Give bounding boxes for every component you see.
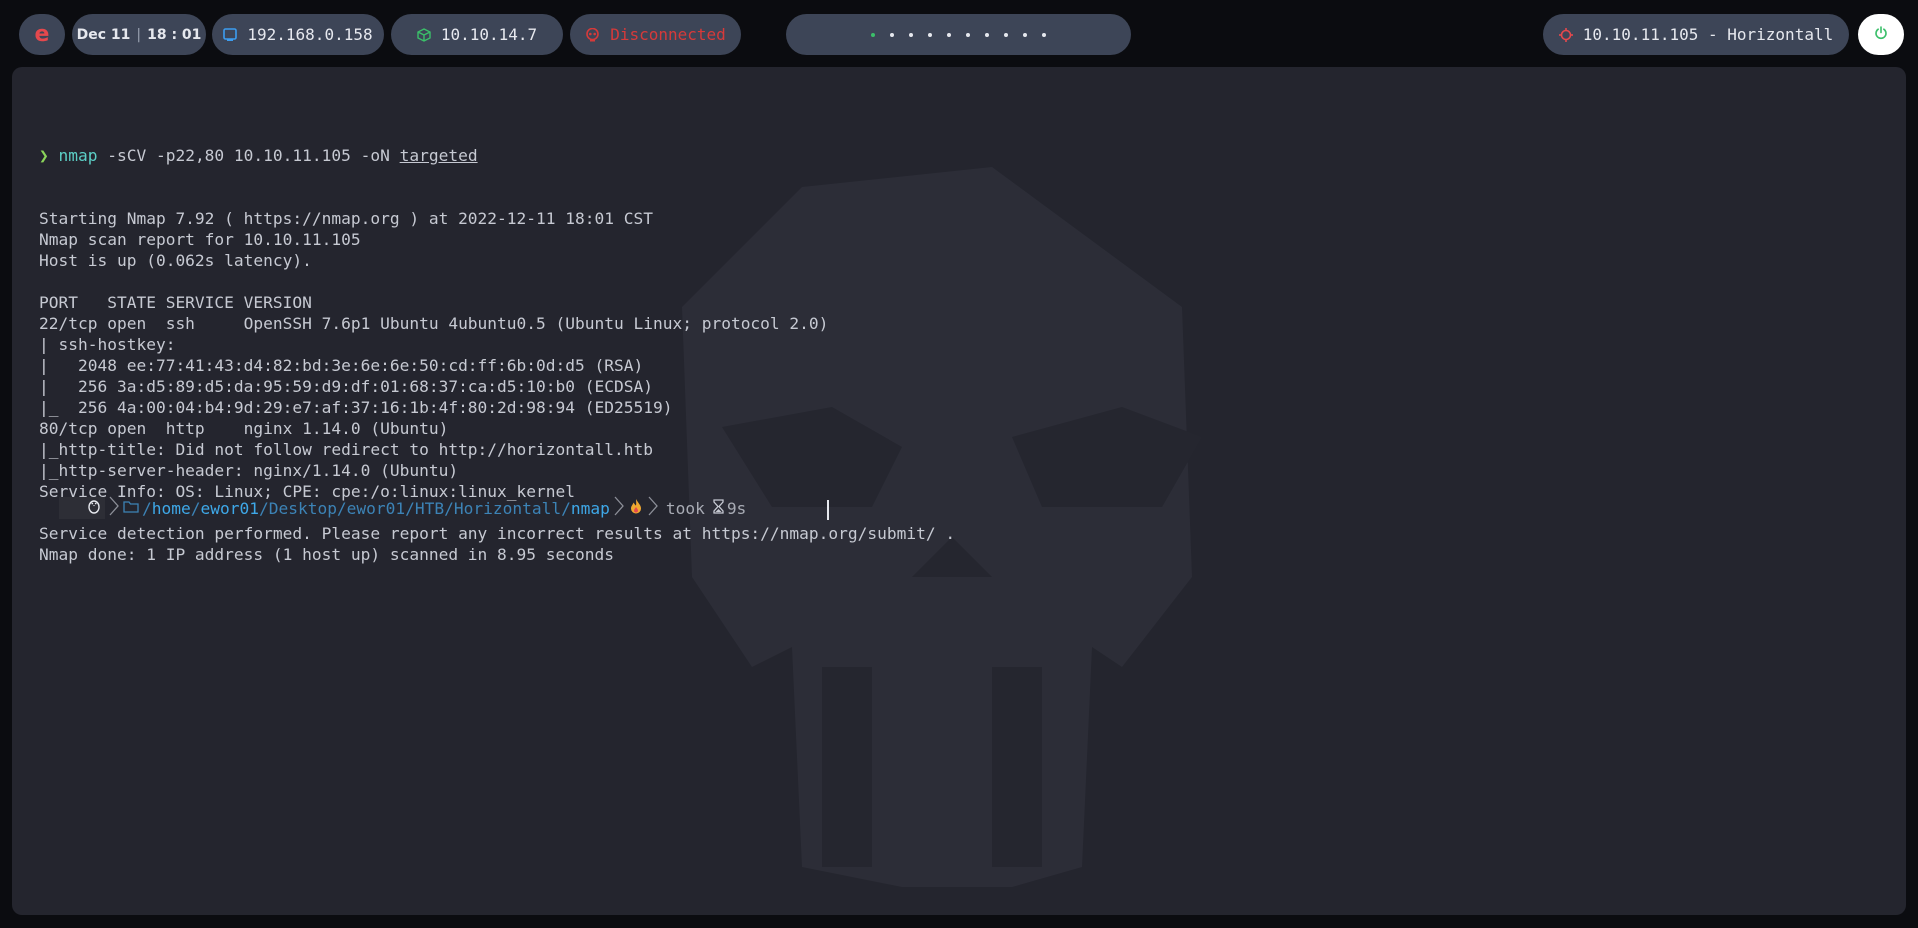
command-binary: nmap xyxy=(58,146,98,165)
prompt-os-segment xyxy=(59,497,105,519)
terminal-output: ❯ nmap -sCV -p22,80 10.10.11.105 -oN tar… xyxy=(39,103,1886,607)
workspace-dot[interactable] xyxy=(966,32,970,37)
workspace-dot[interactable] xyxy=(1004,32,1008,37)
clock-widget[interactable]: Dec 11 | 18 : 01 xyxy=(72,14,206,55)
output-line: |_http-title: Did not follow redirect to… xyxy=(39,440,653,459)
prompt-separator-icon xyxy=(648,496,658,520)
vpn-ip-widget[interactable]: 10.10.14.7 xyxy=(391,14,563,55)
terminal-window[interactable]: ❯ nmap -sCV -p22,80 10.10.11.105 -oN tar… xyxy=(12,67,1906,915)
target-widget[interactable]: 10.10.11.105 - Horizontall xyxy=(1543,14,1849,55)
path-part: ewor01 xyxy=(200,498,259,518)
workspace-dot[interactable] xyxy=(909,32,913,37)
path-part: / xyxy=(142,498,152,518)
output-line: 22/tcp open ssh OpenSSH 7.6p1 Ubuntu 4ub… xyxy=(39,314,829,333)
text-cursor xyxy=(827,500,829,520)
top-bar: e Dec 11 | 18 : 01 192.168.0.158 10.10.1… xyxy=(0,14,1918,55)
power-icon xyxy=(1874,25,1888,44)
command-line: ❯ nmap -sCV -p22,80 10.10.11.105 -oN tar… xyxy=(39,145,1886,166)
output-line: 80/tcp open http nginx 1.14.0 (Ubuntu) xyxy=(39,419,449,438)
output-line: |_ 256 4a:00:04:b4:9d:29:e7:af:37:16:1b:… xyxy=(39,398,673,417)
flame-icon xyxy=(630,498,642,518)
workspace-dot[interactable] xyxy=(890,32,894,37)
output-line: |_http-server-header: nginx/1.14.0 (Ubun… xyxy=(39,461,459,480)
prompt-path: /home/ewor01/Desktop/ewor01/HTB/Horizont… xyxy=(123,497,610,519)
took-label: took xyxy=(665,498,705,518)
connection-status-label: Disconnected xyxy=(610,25,726,44)
workspace-dot[interactable] xyxy=(985,32,989,37)
path-part: home xyxy=(151,498,191,518)
path-part: nmap xyxy=(570,498,610,518)
target-label: 10.10.11.105 - Horizontall xyxy=(1582,25,1834,44)
local-ip-widget[interactable]: 192.168.0.158 xyxy=(212,14,384,55)
linux-penguin-icon xyxy=(87,498,101,518)
launcher-logo: e xyxy=(34,22,50,47)
command-args: -sCV -p22,80 10.10.11.105 -oN xyxy=(97,146,400,165)
shell-prompt: /home/ewor01/Desktop/ewor01/HTB/Horizont… xyxy=(59,496,747,520)
time-separator: | xyxy=(136,26,142,43)
output-line: Service detection performed. Please repo… xyxy=(39,524,956,543)
local-ip-label: 192.168.0.158 xyxy=(247,25,373,44)
took-duration: 9s xyxy=(726,498,747,518)
workspace-dot[interactable] xyxy=(928,32,932,37)
disconnected-skull-icon xyxy=(585,27,600,42)
output-line: PORT STATE SERVICE VERSION xyxy=(39,293,312,312)
output-line: | 2048 ee:77:41:43:d4:82:bd:3e:6e:6e:50:… xyxy=(39,356,644,375)
output-line: Nmap scan report for 10.10.11.105 xyxy=(39,230,361,249)
workspace-switcher[interactable] xyxy=(786,14,1131,55)
workspace-dots xyxy=(871,32,1046,37)
prompt-path-text: /home/ewor01/Desktop/ewor01/HTB/Horizont… xyxy=(142,499,610,518)
output-line: | 256 3a:d5:89:d5:da:95:59:d9:df:01:68:3… xyxy=(39,377,653,396)
power-button[interactable] xyxy=(1858,14,1904,55)
workspace-dot[interactable] xyxy=(871,32,875,37)
output-line: | ssh-hostkey: xyxy=(39,335,186,354)
date-label: Dec 11 xyxy=(76,26,131,43)
output-line: Host is up (0.062s latency). xyxy=(39,251,312,270)
prompt-separator-icon xyxy=(614,496,624,520)
workspace-dot[interactable] xyxy=(1023,32,1027,37)
workspace-dot[interactable] xyxy=(1042,32,1046,37)
vpn-cube-icon xyxy=(417,27,431,42)
hourglass-icon xyxy=(713,498,724,518)
connection-status-widget[interactable]: Disconnected xyxy=(570,14,741,55)
launcher-button[interactable]: e xyxy=(19,14,65,55)
vpn-ip-label: 10.10.14.7 xyxy=(440,25,538,44)
workspace-dot[interactable] xyxy=(947,32,951,37)
command-output-file: targeted xyxy=(399,146,478,165)
ethernet-icon xyxy=(223,27,238,42)
path-part: /Desktop/ewor01/HTB/Horizontall/ xyxy=(258,498,571,518)
output-line: Nmap done: 1 IP address (1 host up) scan… xyxy=(39,545,614,564)
output-line: Starting Nmap 7.92 ( https://nmap.org ) … xyxy=(39,209,653,228)
folder-icon xyxy=(123,499,139,518)
time-label: 18 : 01 xyxy=(147,26,202,43)
target-crosshair-icon xyxy=(1558,27,1573,42)
prompt-separator-icon xyxy=(109,496,119,520)
prompt-symbol: ❯ xyxy=(39,146,49,165)
